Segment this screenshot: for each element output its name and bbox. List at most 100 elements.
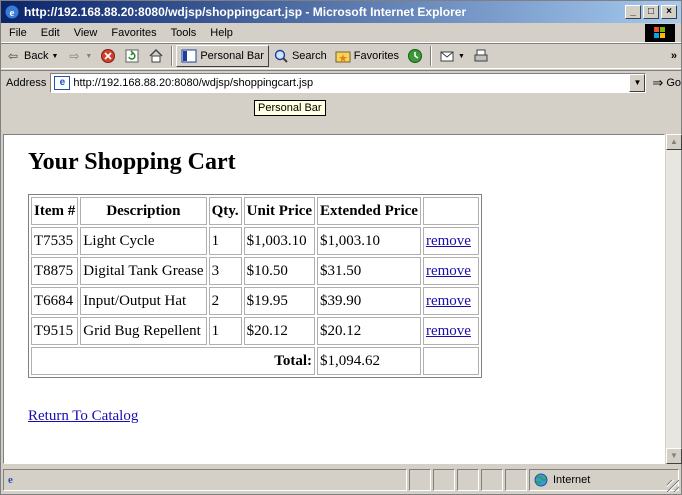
menu-file[interactable]: File (1, 27, 34, 39)
ie-logo-icon: e (4, 4, 20, 20)
item-qty: 1 (208, 227, 242, 255)
personal-bar-label: Personal Bar (200, 50, 264, 62)
return-to-catalog-link[interactable]: Return To Catalog (28, 408, 138, 425)
page-title: Your Shopping Cart (28, 149, 236, 175)
toolbar-divider (430, 46, 433, 66)
address-dropdown-button[interactable]: ▼ (629, 73, 646, 92)
chevron-down-icon[interactable]: ▼ (458, 53, 465, 60)
item-number: T9515 (31, 317, 79, 345)
scroll-down-button[interactable]: ▼ (666, 448, 682, 464)
minimize-button[interactable]: _ (625, 5, 641, 19)
menu-edit[interactable]: Edit (34, 27, 67, 39)
title-bar: e http://192.168.88.20:8080/wdjsp/shoppi… (1, 1, 681, 23)
column-header: Unit Price (243, 197, 316, 225)
total-value: $1,094.62 (317, 347, 421, 375)
back-label: Back (24, 50, 49, 62)
forward-arrow-icon: ⇨ (69, 49, 80, 63)
status-bar: e Internet (1, 466, 681, 494)
item-unit-price: $19.95 (243, 287, 316, 315)
total-row: Total: $1,094.62 (31, 347, 479, 375)
go-button[interactable]: ⇒ Go (652, 75, 681, 91)
refresh-button[interactable] (120, 45, 144, 67)
status-panel (481, 469, 503, 491)
back-button[interactable]: ⇦ Back ▼ (1, 45, 62, 67)
remove-link[interactable]: remove (426, 293, 471, 309)
address-bar: Address e http://192.168.88.20:8080/wdjs… (1, 70, 681, 94)
remove-link[interactable]: remove (426, 263, 471, 279)
item-number: T6684 (31, 287, 79, 315)
remove-link[interactable]: remove (426, 323, 471, 339)
item-extended-price: $31.50 (317, 257, 421, 285)
item-qty: 1 (208, 317, 242, 345)
menu-bar: File Edit View Favorites Tools Help (1, 23, 681, 43)
remove-cell: remove (422, 257, 479, 285)
search-icon (274, 49, 288, 63)
personal-bar-tooltip: Personal Bar (254, 100, 326, 116)
print-button[interactable] (469, 45, 493, 67)
table-row: T9515 Grid Bug Repellent 1 $20.12 $20.12… (31, 317, 479, 345)
item-description: Digital Tank Grease (80, 257, 207, 285)
menu-view[interactable]: View (67, 27, 105, 39)
column-header: Qty. (208, 197, 242, 225)
item-extended-price: $1,003.10 (317, 227, 421, 255)
toolbar-divider (171, 46, 174, 66)
item-number: T8875 (31, 257, 79, 285)
mail-button[interactable]: ▼ (435, 45, 469, 67)
resize-grip[interactable] (667, 480, 679, 492)
address-label: Address (6, 76, 47, 89)
column-header: Extended Price (317, 197, 421, 225)
stop-icon (101, 49, 116, 63)
go-label: Go (666, 76, 681, 89)
chevron-right-icon: » (670, 50, 677, 62)
address-input[interactable]: e http://192.168.88.20:8080/wdjsp/shoppi… (50, 72, 647, 93)
table-row: T7535 Light Cycle 1 $1,003.10 $1,003.10 … (31, 227, 479, 255)
status-panel (409, 469, 431, 491)
vertical-scrollbar[interactable]: ▲ ▼ (665, 134, 682, 464)
column-header: Item # (31, 197, 79, 225)
scroll-up-button[interactable]: ▲ (666, 134, 682, 150)
favorites-button[interactable]: Favorites (331, 45, 403, 67)
favorites-label: Favorites (353, 50, 400, 62)
item-extended-price: $20.12 (317, 317, 421, 345)
personal-bar-button[interactable]: Personal Bar (176, 45, 269, 67)
cart-table: Item # Description Qty. Unit Price Exten… (28, 194, 482, 378)
total-label: Total: (31, 347, 316, 375)
remove-link[interactable]: remove (426, 233, 471, 249)
back-arrow-icon: ⇦ (7, 49, 19, 63)
item-description: Input/Output Hat (80, 287, 207, 315)
home-icon (149, 49, 163, 63)
status-panel (457, 469, 479, 491)
column-header: Description (80, 197, 207, 225)
menu-help[interactable]: Help (203, 27, 240, 39)
toolbar: ⇦ Back ▼ ⇨ ▼ Personal Bar Search Favorit… (1, 43, 681, 69)
menu-favorites[interactable]: Favorites (104, 27, 163, 39)
svg-text:e: e (10, 7, 15, 19)
item-unit-price: $10.50 (243, 257, 316, 285)
mail-icon (440, 51, 454, 62)
empty-cell (422, 347, 479, 375)
item-description: Grid Bug Repellent (80, 317, 207, 345)
search-button[interactable]: Search (269, 45, 331, 67)
item-qty: 2 (208, 287, 242, 315)
maximize-button[interactable]: □ (643, 5, 659, 19)
address-url[interactable]: http://192.168.88.20:8080/wdjsp/shopping… (73, 77, 313, 89)
refresh-icon (125, 49, 139, 63)
close-button[interactable]: × (661, 5, 677, 19)
item-unit-price: $20.12 (243, 317, 316, 345)
toolbar-overflow-button[interactable]: » (667, 45, 681, 67)
table-row: T8875 Digital Tank Grease 3 $10.50 $31.5… (31, 257, 479, 285)
chevron-down-icon[interactable]: ▼ (85, 53, 92, 60)
stop-button[interactable] (96, 45, 120, 67)
menu-tools[interactable]: Tools (164, 27, 204, 39)
history-button[interactable] (403, 45, 427, 67)
page-viewport: Your Shopping Cart Item # Description Qt… (3, 134, 665, 464)
chevron-down-icon[interactable]: ▼ (51, 53, 58, 60)
home-button[interactable] (144, 45, 168, 67)
favorites-folder-icon (335, 51, 351, 63)
zone-label: Internet (553, 474, 591, 486)
remove-cell: remove (422, 287, 479, 315)
item-unit-price: $1,003.10 (243, 227, 316, 255)
forward-button[interactable]: ⇨ ▼ (62, 45, 96, 67)
item-description: Light Cycle (80, 227, 207, 255)
item-qty: 3 (208, 257, 242, 285)
